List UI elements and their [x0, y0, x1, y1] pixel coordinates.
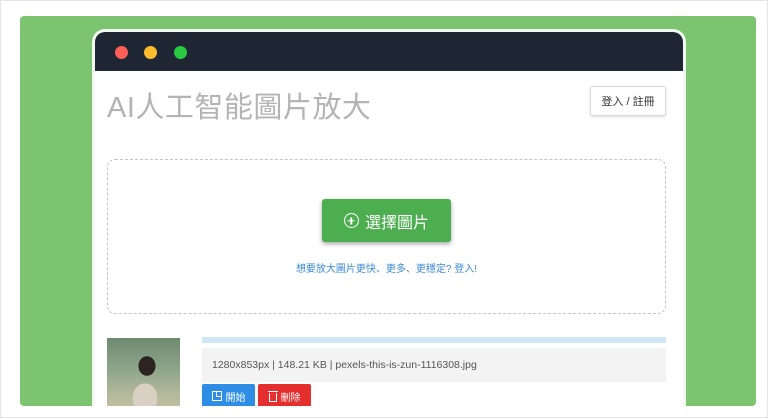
- image-drop-zone[interactable]: 選擇圖片 想要放大圖片更快、更多、更穩定? 登入!: [107, 159, 666, 314]
- login-promo-link[interactable]: 想要放大圖片更快、更多、更穩定? 登入!: [108, 260, 665, 275]
- browser-window: AI人工智能圖片放大 登入 / 註冊 選擇圖片 想要放大圖片更快、更多、更穩定?…: [95, 32, 683, 406]
- start-label: 開始: [225, 392, 246, 404]
- delete-button[interactable]: 刪除: [258, 384, 311, 406]
- plus-circle-icon: [343, 213, 359, 228]
- maximize-dot-icon[interactable]: [174, 46, 187, 59]
- background-panel: AI人工智能圖片放大 登入 / 註冊 選擇圖片 想要放大圖片更快、更多、更穩定?…: [20, 16, 756, 406]
- login-register-button[interactable]: 登入 / 註冊: [590, 86, 666, 116]
- image-thumbnail: [107, 338, 180, 406]
- progress-fill: [202, 337, 666, 343]
- minimize-dot-icon[interactable]: [144, 46, 157, 59]
- close-dot-icon[interactable]: [115, 46, 128, 59]
- page-title: AI人工智能圖片放大: [107, 92, 372, 124]
- window-titlebar: [95, 32, 683, 71]
- expand-icon: [211, 391, 222, 401]
- screenshot-frame: AI人工智能圖片放大 登入 / 註冊 選擇圖片 想要放大圖片更快、更多、更穩定?…: [0, 0, 768, 418]
- select-image-button[interactable]: 選擇圖片: [322, 199, 451, 242]
- delete-label: 刪除: [280, 392, 301, 404]
- file-info: 1280x853px | 148.21 KB | pexels-this-is-…: [202, 348, 666, 382]
- start-button[interactable]: 開始: [202, 384, 255, 406]
- trash-icon: [267, 390, 278, 402]
- progress-bar: [202, 337, 666, 343]
- select-image-label: 選擇圖片: [364, 214, 429, 232]
